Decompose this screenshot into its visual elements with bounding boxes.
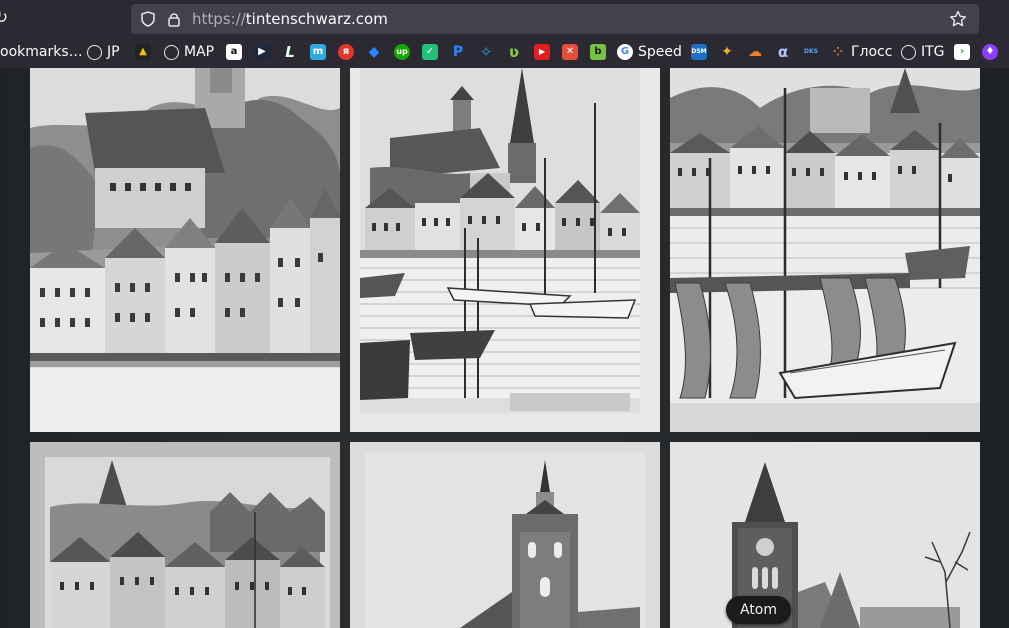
bookmark-shield-purple[interactable]: ♦ bbox=[982, 41, 998, 63]
globe-icon bbox=[164, 44, 179, 60]
puzzle-icon: ✧ bbox=[479, 43, 493, 61]
alpha-icon: α bbox=[777, 43, 789, 61]
bookmark-dks[interactable]: DKS bbox=[803, 41, 819, 63]
globe-icon bbox=[901, 44, 916, 60]
bookmark-arrow[interactable]: › bbox=[954, 41, 970, 63]
tooltip: Atom bbox=[726, 596, 791, 624]
bookmark-b[interactable]: b bbox=[590, 41, 606, 63]
bookmark-label: MAP bbox=[184, 44, 215, 60]
yandex-icon: я bbox=[338, 44, 354, 60]
bookmark-amazon[interactable]: a bbox=[226, 41, 242, 63]
lock-icon[interactable] bbox=[167, 11, 181, 27]
reload-icon[interactable]: ↻ bbox=[0, 8, 14, 28]
youtube-icon: ▶ bbox=[534, 44, 550, 60]
bookmark-label: ookmarks… bbox=[0, 44, 83, 60]
bookmark-upwork[interactable]: up bbox=[394, 41, 410, 63]
bookmark-check[interactable]: ✓ bbox=[422, 41, 438, 63]
upwork-icon: up bbox=[394, 44, 410, 60]
bookmark-paypal[interactable]: P bbox=[450, 41, 466, 63]
arrow-icon: › bbox=[954, 44, 970, 60]
bookmark-label: JP bbox=[107, 44, 120, 60]
bookmark-figure[interactable]: ✦ bbox=[719, 41, 735, 63]
dots-icon: ⁘ bbox=[832, 45, 844, 59]
bookmark-cloud[interactable]: ☁ bbox=[747, 41, 763, 63]
dropbox-icon: ◆ bbox=[368, 44, 380, 60]
bookmark-l[interactable]: L bbox=[282, 41, 298, 63]
bookmark-jp[interactable]: JP bbox=[87, 41, 120, 63]
paypal-icon: P bbox=[452, 44, 464, 60]
bookmark-dsm[interactable]: DSM bbox=[691, 41, 707, 63]
bookmark-map[interactable]: MAP bbox=[164, 41, 214, 63]
browser-chrome: ↻ https://tintenschwarz.com ookmarks… JP… bbox=[0, 0, 1009, 68]
bookmark-star-icon[interactable] bbox=[949, 10, 967, 28]
bookmark-youtube[interactable]: ▶ bbox=[534, 41, 550, 63]
dks-icon: DKS bbox=[804, 48, 818, 55]
gallery-image-church-tower-baroque[interactable] bbox=[350, 442, 660, 628]
gallery-image-church-brick-tree[interactable] bbox=[670, 442, 980, 628]
bookmark-alpha[interactable]: α bbox=[775, 41, 791, 63]
bookmark-label: Speed bbox=[638, 44, 682, 60]
bookmark-label: ITG bbox=[921, 44, 945, 60]
bookmark-yandex[interactable]: я bbox=[338, 41, 354, 63]
bookmark-leaf[interactable]: ʋ bbox=[506, 41, 522, 63]
gallery-image-town-hillside[interactable] bbox=[30, 68, 340, 432]
address-bar[interactable]: https://tintenschwarz.com bbox=[131, 4, 979, 34]
check-icon: ✓ bbox=[422, 44, 438, 60]
bookmark-puzzle[interactable]: ✧ bbox=[478, 41, 494, 63]
shield-purple-icon: ♦ bbox=[982, 44, 998, 60]
bookmark-play[interactable]: ▶ bbox=[254, 41, 270, 63]
url-text[interactable]: https://tintenschwarz.com bbox=[192, 10, 388, 28]
bookmark-dropbox[interactable]: ◆ bbox=[366, 41, 382, 63]
url-scheme: https:// bbox=[192, 10, 246, 28]
l-icon: L bbox=[285, 43, 295, 61]
bookmarks-toolbar: ookmarks… JP ▲ MAP a ▶ L m я ◆ up ✓ P ✧ … bbox=[0, 37, 1009, 67]
bookmark-cross[interactable]: ✕ bbox=[562, 41, 578, 63]
bookmark-speed[interactable]: G Speed bbox=[617, 41, 682, 63]
navigation-toolbar: ↻ https://tintenschwarz.com bbox=[0, 0, 1009, 36]
tracking-shield-icon[interactable] bbox=[140, 11, 156, 27]
bookmark-penguin[interactable]: ▲ bbox=[135, 41, 151, 63]
penguin-icon: ▲ bbox=[135, 44, 151, 60]
figure-icon: ✦ bbox=[721, 44, 733, 60]
gallery-image-harbor-church-sailboats[interactable] bbox=[350, 68, 660, 432]
url-host: tintenschwarz.com bbox=[245, 10, 388, 28]
bookmark-m[interactable]: m bbox=[310, 41, 326, 63]
dsm-icon: DSM bbox=[691, 44, 707, 60]
cross-icon: ✕ bbox=[562, 44, 578, 60]
bookmark-label: Глосс bbox=[851, 44, 893, 60]
globe-icon bbox=[87, 44, 102, 60]
gallery-image-church-rooftops[interactable] bbox=[30, 442, 340, 628]
cloud-icon: ☁ bbox=[748, 44, 762, 60]
leaf-icon: ʋ bbox=[508, 43, 520, 61]
gallery-image-harbor-nets-boats[interactable] bbox=[670, 68, 980, 432]
gallery-page bbox=[0, 68, 1009, 628]
google-icon: G bbox=[617, 44, 633, 60]
b-icon: b bbox=[590, 44, 606, 60]
bookmark-other-bookmarks[interactable]: ookmarks… bbox=[0, 41, 83, 63]
bookmark-itg[interactable]: ITG bbox=[901, 41, 945, 63]
play-icon: ▶ bbox=[254, 44, 270, 60]
amazon-icon: a bbox=[226, 44, 242, 60]
bookmark-gloss[interactable]: ⁘ Глосс bbox=[830, 41, 892, 63]
m-icon: m bbox=[310, 44, 326, 60]
